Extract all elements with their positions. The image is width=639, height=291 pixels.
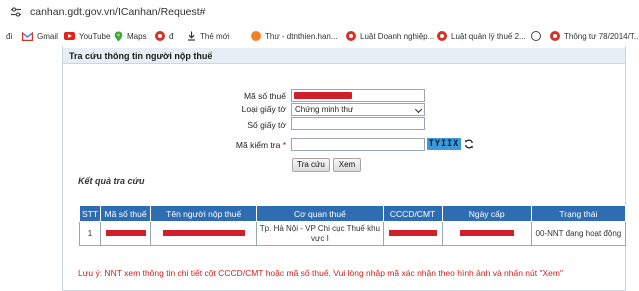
bookmark-item[interactable]: Thư - dtnthien.han...: [251, 29, 338, 43]
column-header: Tên người nộp thuế: [150, 205, 258, 222]
note-text: Lưu ý: NNT xem thông tin chi tiết cột CC…: [78, 268, 563, 278]
captcha-image: TYIIX: [427, 138, 461, 150]
redacted-value: [459, 229, 514, 236]
bookmark-item[interactable]: Luật quản lý thuế 2...: [437, 29, 526, 43]
results-table: STT Mã số thuế Tên người nộp thuế Cơ qua…: [78, 205, 627, 246]
stt-cell: 1: [78, 221, 102, 246]
redacted-value: [162, 229, 245, 236]
search-button[interactable]: Tra cứu: [292, 158, 330, 172]
bookmark-label: Maps: [127, 31, 147, 41]
redacted-value: [105, 229, 146, 236]
refresh-captcha-icon[interactable]: [464, 139, 474, 149]
bookmark-label: Thông tư 78/2014/T...: [564, 31, 639, 41]
bookmark-label: Gmail: [37, 31, 58, 41]
bookmark-label: Thư - dtnthien.han...: [265, 31, 338, 41]
column-header: CCCD/CMT: [382, 205, 443, 222]
gmail-icon: [22, 31, 33, 41]
maps-icon: [114, 31, 123, 41]
bookmark-item[interactable]: đ: [155, 29, 173, 43]
red-circle-icon: [346, 31, 356, 41]
id-number-cell[interactable]: [382, 221, 443, 246]
bookmark-item[interactable]: [531, 29, 545, 43]
bookmark-item[interactable]: đi: [6, 29, 12, 43]
view-button[interactable]: Xem: [333, 158, 361, 172]
bookmark-label: YouTube: [79, 31, 111, 41]
download-icon: [188, 31, 195, 41]
required-mark: *: [282, 140, 286, 150]
issue-date-cell: [441, 221, 532, 246]
red-circle-icon: [437, 31, 447, 41]
bookmark-item[interactable]: Luật Doanh nghiệp...: [346, 29, 434, 43]
bookmarks-bar: đi Gmail YouTube Maps đ Thẻ mới Thư - dt…: [0, 26, 639, 46]
tax-code-cell[interactable]: [100, 221, 152, 246]
tax-code-label: Mã số thuế: [243, 91, 286, 101]
captcha-label-text: Mã kiểm tra: [235, 140, 281, 150]
panel-title: Tra cứu thông tin người nộp thuế: [69, 51, 213, 61]
bookmark-item[interactable]: Thông tư 78/2014/T...: [550, 29, 639, 43]
globe-icon: [531, 31, 541, 41]
bookmark-label: đi: [6, 31, 13, 41]
bookmark-label: đ: [169, 31, 174, 41]
bookmark-label: Luật quản lý thuế 2...: [451, 31, 526, 41]
column-header: Ngày cấp: [441, 205, 532, 222]
column-header: STT: [78, 205, 102, 222]
bookmark-gmail[interactable]: Gmail: [22, 29, 58, 43]
red-circle-icon: [155, 31, 165, 41]
red-circle-icon: [550, 31, 560, 41]
doc-type-label: Loại giấy tờ: [241, 104, 286, 114]
site-settings-icon[interactable]: [10, 6, 22, 18]
results-title: Kết quả tra cứu: [78, 176, 145, 186]
tax-authority-cell: Tp. Hà Nội - VP Chi cục Thuế khu vực I: [256, 221, 384, 246]
doc-type-value: Chứng minh thư: [295, 105, 354, 114]
url-text[interactable]: canhan.gdt.gov.vn/ICanhan/Request#: [30, 6, 206, 18]
address-bar[interactable]: canhan.gdt.gov.vn/ICanhan/Request#: [0, 0, 639, 26]
doc-type-select[interactable]: Chứng minh thư: [291, 103, 425, 116]
column-header: Mã số thuế: [100, 205, 152, 222]
column-header: Cơ quan thuế: [256, 205, 384, 222]
doc-number-input[interactable]: [291, 117, 425, 130]
tax-code-input[interactable]: [291, 89, 425, 102]
bookmark-label: Thẻ mới: [200, 31, 230, 41]
bookmark-item[interactable]: Thẻ mới: [187, 29, 230, 43]
captcha-label: Mã kiểm tra *: [186, 140, 286, 150]
orange-circle-icon: [251, 31, 261, 41]
chevron-down-icon: [414, 105, 423, 114]
bookmark-maps[interactable]: Maps: [114, 29, 147, 43]
column-header: Trạng thái: [530, 205, 627, 222]
table-row: 1 Tp. Hà Nội - VP Chi cục Thuế khu vực I…: [78, 221, 627, 246]
captcha-input[interactable]: [291, 138, 425, 151]
taxpayer-name-cell: [150, 221, 258, 246]
status-cell: 00-NNT đang hoạt động: [530, 221, 627, 246]
redacted-value: [388, 229, 437, 236]
doc-number-label: Số giấy tờ: [247, 120, 286, 130]
table-header-row: STT Mã số thuế Tên người nộp thuế Cơ qua…: [78, 205, 627, 222]
bookmark-label: Luật Doanh nghiệp...: [360, 31, 435, 41]
redacted-value: [294, 92, 352, 99]
panel-header: Tra cứu thông tin người nộp thuế: [63, 48, 625, 64]
youtube-icon: [64, 32, 75, 40]
bookmark-youtube[interactable]: YouTube: [64, 29, 110, 43]
